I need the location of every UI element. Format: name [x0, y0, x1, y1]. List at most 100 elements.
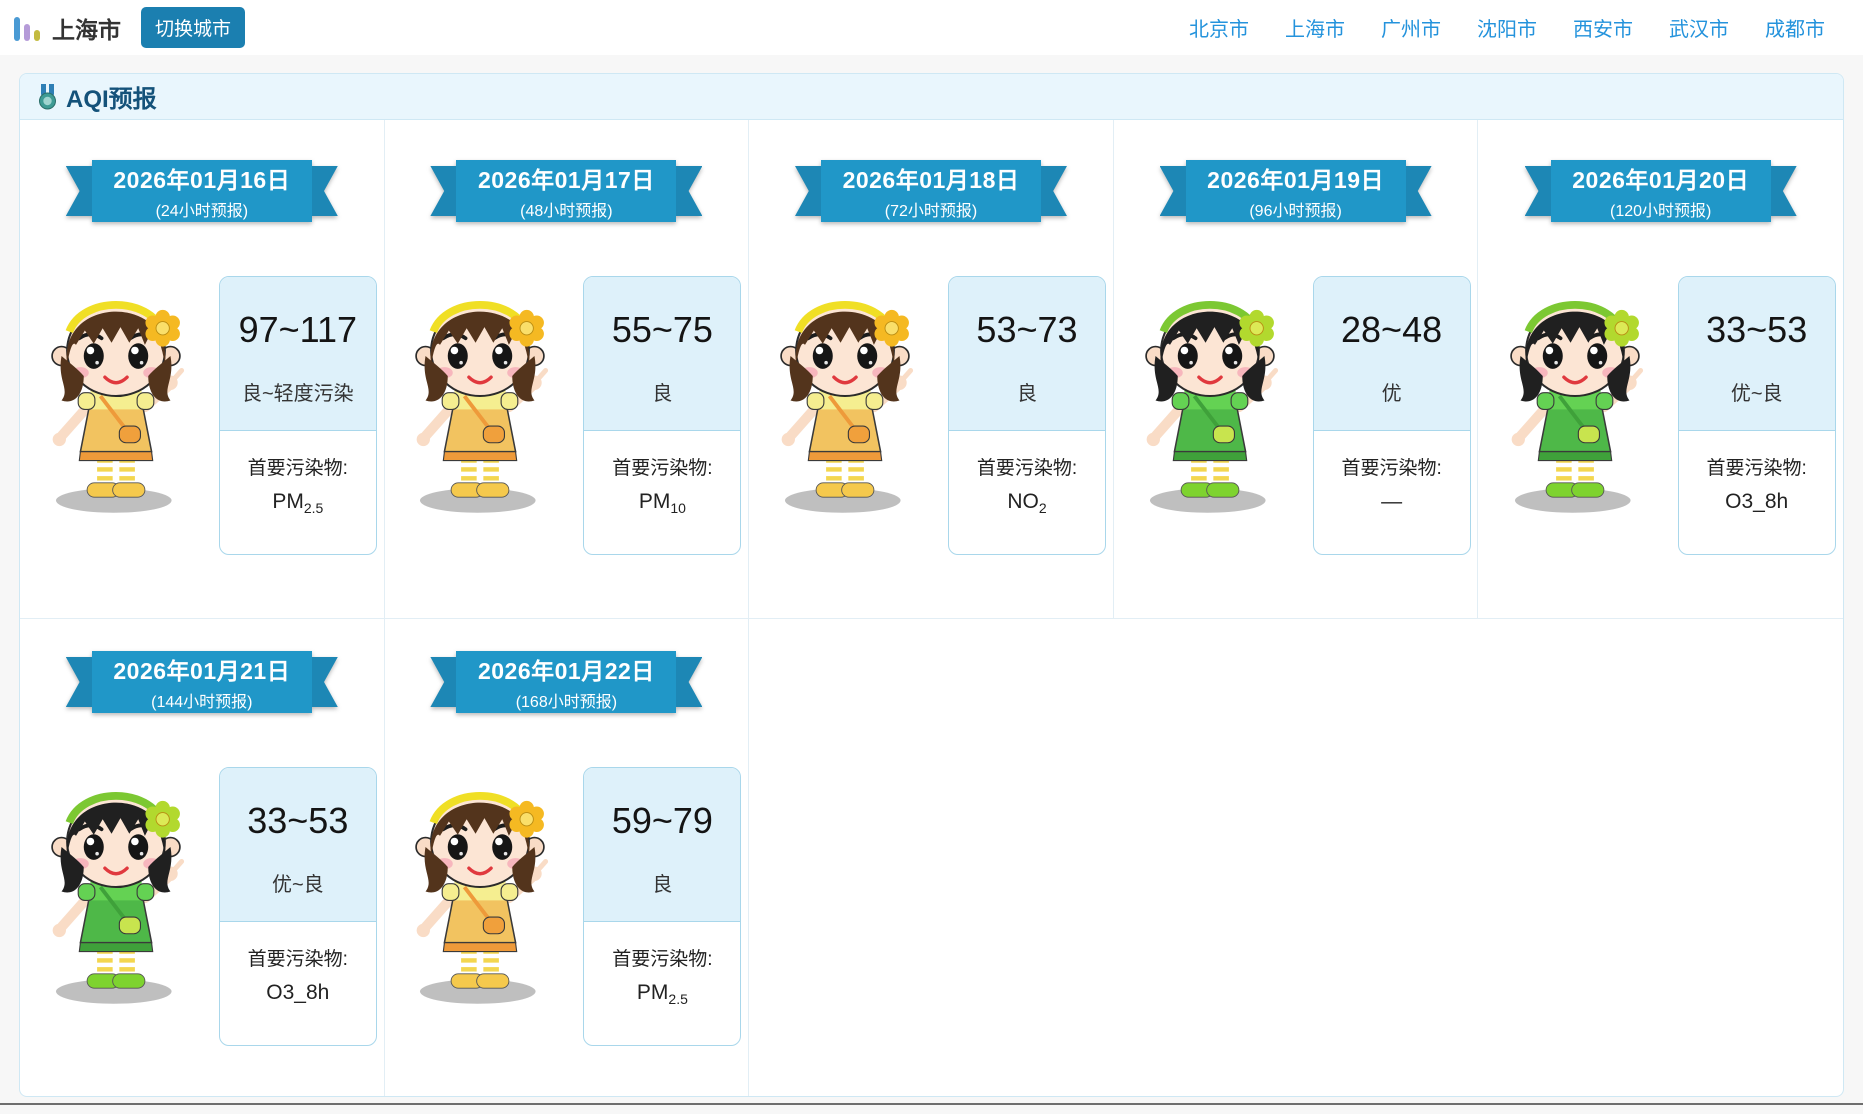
aqi-value-box: 97~117 良~轻度污染 首要污染物: PM2.5	[219, 276, 377, 555]
current-city-name: 上海市	[52, 11, 121, 45]
aqi-box-top: 55~75 良	[584, 277, 740, 431]
date-ribbon: 2026年01月18日 (72小时预报)	[821, 160, 1041, 222]
aqi-value-range: 33~53	[1685, 309, 1829, 351]
aqi-box-top: 53~73 良	[949, 277, 1105, 431]
forecast-card: 2026年01月20日 (120小时预报)	[1478, 120, 1843, 555]
city-link[interactable]: 沈阳市	[1477, 13, 1537, 42]
aqi-box-bottom: 首要污染物: PM10	[584, 431, 740, 554]
city-link[interactable]: 广州市	[1381, 13, 1441, 42]
pollutant-label: 首要污染物:	[226, 944, 370, 971]
forecast-date: 2026年01月21日	[113, 652, 290, 686]
aqi-box-top: 33~53 优~良	[1679, 277, 1835, 431]
forecast-card-cell: 2026年01月21日 (144小时预报)	[20, 619, 385, 1096]
pollutant-value: —	[1320, 490, 1464, 516]
pollutant-value: NO2	[955, 490, 1099, 516]
aqi-level: 优~良	[226, 868, 370, 897]
aqi-level: 良	[955, 377, 1099, 406]
aqi-value-box: 59~79 良 首要污染物: PM2.5	[583, 767, 741, 1046]
city-link[interactable]: 武汉市	[1669, 13, 1729, 42]
forecast-row-2: 2026年01月21日 (144小时预报)	[20, 618, 1843, 1096]
aqi-value-range: 28~48	[1320, 309, 1464, 351]
forecast-hours-label: (120小时预报)	[1610, 197, 1711, 221]
date-ribbon: 2026年01月17日 (48小时预报)	[456, 160, 676, 222]
aqi-forecast-panel: AQI预报 2026年01月16日 (24小时预报)	[19, 73, 1844, 1097]
city-link[interactable]: 成都市	[1765, 13, 1825, 42]
aqi-value-box: 53~73 良 首要污染物: NO2	[948, 276, 1106, 555]
aqi-box-top: 28~48 优	[1314, 277, 1470, 431]
card-content: 28~48 优 首要污染物: —	[1114, 276, 1478, 555]
pollutant-value: PM2.5	[226, 490, 370, 516]
city-links-nav: 北京市 上海市 广州市 沈阳市 西安市 武汉市 成都市	[1189, 13, 1825, 42]
aqi-box-top: 59~79 良	[584, 768, 740, 922]
medal-icon	[38, 84, 57, 110]
girl-mascot	[756, 276, 934, 515]
forecast-card: 2026年01月17日 (48小时预报)	[385, 120, 749, 555]
forecast-hours-label: (168小时预报)	[516, 688, 617, 712]
pollutant-value: PM10	[590, 490, 734, 516]
pollutant-value: O3_8h	[1685, 490, 1829, 516]
date-ribbon: 2026年01月19日 (96小时预报)	[1186, 160, 1406, 222]
ribbon-center: 2026年01月18日 (72小时预报)	[821, 160, 1041, 222]
aqi-value-range: 55~75	[590, 309, 734, 351]
aqi-value-range: 53~73	[955, 309, 1099, 351]
girl-mascot	[27, 276, 205, 515]
card-content: 53~73 良 首要污染物: NO2	[749, 276, 1113, 555]
forecast-hours-label: (24小时预报)	[156, 197, 248, 221]
date-ribbon: 2026年01月20日 (120小时预报)	[1551, 160, 1771, 222]
empty-card-cell	[1114, 619, 1479, 1096]
aqi-level: 优~良	[1685, 377, 1829, 406]
forecast-card: 2026年01月19日 (96小时预报)	[1114, 120, 1478, 555]
page-bottom-divider	[0, 1103, 1863, 1105]
forecast-date: 2026年01月19日	[1207, 161, 1384, 195]
ribbon-center: 2026年01月16日 (24小时预报)	[92, 160, 312, 222]
ribbon-center: 2026年01月22日 (168小时预报)	[456, 651, 676, 713]
card-content: 55~75 良 首要污染物: PM10	[385, 276, 749, 555]
aqi-value-box: 28~48 优 首要污染物: —	[1313, 276, 1471, 555]
forecast-card-cell: 2026年01月17日 (48小时预报)	[385, 120, 750, 618]
pollutant-label: 首要污染物:	[1320, 453, 1464, 480]
aqi-box-bottom: 首要污染物: PM2.5	[584, 922, 740, 1045]
panel-header: AQI预报	[20, 74, 1843, 120]
pollutant-label: 首要污染物:	[955, 453, 1099, 480]
card-content: 33~53 优~良 首要污染物: O3_8h	[1478, 276, 1843, 555]
aqi-box-bottom: 首要污染物: PM2.5	[220, 431, 376, 554]
pollutant-value: O3_8h	[226, 981, 370, 1007]
forecast-card-cell: 2026年01月19日 (96小时预报)	[1114, 120, 1479, 618]
pollutant-label: 首要污染物:	[590, 453, 734, 480]
aqi-box-bottom: 首要污染物: O3_8h	[1679, 431, 1835, 554]
aqi-level: 优	[1320, 377, 1464, 406]
aqi-value-range: 59~79	[590, 800, 734, 842]
city-link[interactable]: 西安市	[1573, 13, 1633, 42]
switch-city-button[interactable]: 切换城市	[141, 7, 245, 48]
forecast-card: 2026年01月16日 (24小时预报)	[20, 120, 384, 555]
empty-card-cell	[1478, 619, 1843, 1096]
pollutant-value: PM2.5	[590, 981, 734, 1007]
forecast-card: 2026年01月18日 (72小时预报)	[749, 120, 1113, 555]
forecast-card: 2026年01月21日 (144小时预报)	[20, 619, 384, 1046]
forecast-hours-label: (48小时预报)	[520, 197, 612, 221]
city-link[interactable]: 北京市	[1189, 13, 1249, 42]
aqi-value-range: 97~117	[226, 309, 370, 351]
aqi-box-top: 97~117 良~轻度污染	[220, 277, 376, 431]
aqi-value-box: 33~53 优~良 首要污染物: O3_8h	[219, 767, 377, 1046]
girl-mascot	[1121, 276, 1299, 515]
ribbon-center: 2026年01月19日 (96小时预报)	[1186, 160, 1406, 222]
city-link[interactable]: 上海市	[1285, 13, 1345, 42]
forecast-card-cell: 2026年01月22日 (168小时预报)	[385, 619, 750, 1096]
forecast-hours-label: (96小时预报)	[1249, 197, 1341, 221]
pollutant-label: 首要污染物:	[590, 944, 734, 971]
aqi-box-bottom: 首要污染物: O3_8h	[220, 922, 376, 1045]
ribbon-center: 2026年01月17日 (48小时预报)	[456, 160, 676, 222]
top-bar: 上海市 切换城市 北京市 上海市 广州市 沈阳市 西安市 武汉市 成都市	[0, 0, 1863, 55]
ribbon-center: 2026年01月20日 (120小时预报)	[1551, 160, 1771, 222]
date-ribbon: 2026年01月22日 (168小时预报)	[456, 651, 676, 713]
date-ribbon: 2026年01月16日 (24小时预报)	[92, 160, 312, 222]
forecast-card-cell: 2026年01月20日 (120小时预报)	[1478, 120, 1843, 618]
aqi-value-range: 33~53	[226, 800, 370, 842]
forecast-date: 2026年01月18日	[843, 161, 1020, 195]
aqi-box-bottom: 首要污染物: —	[1314, 431, 1470, 554]
date-ribbon: 2026年01月21日 (144小时预报)	[92, 651, 312, 713]
forecast-date: 2026年01月20日	[1572, 161, 1749, 195]
girl-mascot	[391, 276, 569, 515]
pollutant-label: 首要污染物:	[226, 453, 370, 480]
